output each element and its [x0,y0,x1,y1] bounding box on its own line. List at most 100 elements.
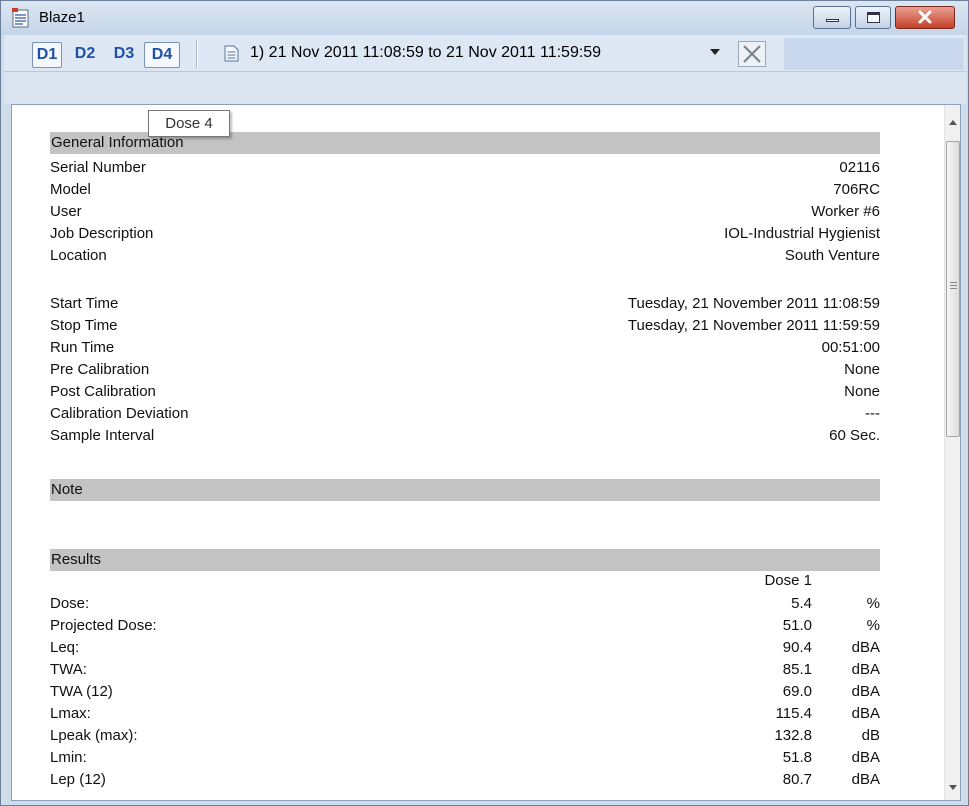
result-label: Lpeak (max): [50,727,138,744]
result-row: Lmax: 115.4 dBA [50,703,880,725]
toolbar-strip: D1 D2 D3 D4 1) 21 Nov 2011 11:08:59 to 2… [4,35,966,72]
result-unit: dBA [851,683,880,700]
chevron-down-icon[interactable] [710,49,720,55]
time-row: Post Calibration None [50,381,880,403]
toolbar-empty-area [784,38,964,70]
time-row: Start Time Tuesday, 21 November 2011 11:… [50,293,880,315]
info-row: User Worker #6 [50,201,880,223]
result-value: 5.4 [791,595,812,612]
close-button[interactable] [895,6,955,29]
result-unit: % [866,617,880,634]
info-label: Serial Number [50,159,146,176]
result-value: 85.1 [782,661,812,678]
info-value: Worker #6 [811,203,880,220]
app-icon [12,8,29,28]
vertical-scrollbar[interactable] [944,105,960,800]
note-header: Note [50,479,880,501]
result-unit: dB [861,727,880,744]
report-view[interactable]: General Information Serial Number 02116 … [11,104,961,801]
result-value: 51.8 [782,749,812,766]
tab-d1[interactable]: D1 [32,42,62,68]
info-value: IOL-Industrial Hygienist [724,225,880,242]
toolbar-separator [196,40,198,68]
result-unit: dBA [851,705,880,722]
delete-icon [743,45,761,63]
result-row: Lpeak (max): 132.8 dB [50,725,880,747]
result-row: Dose: 5.4 % [50,593,880,615]
result-row: Lep (12) 80.7 dBA [50,769,880,791]
info-label: Location [50,247,107,264]
tab-d3[interactable]: D3 [108,42,140,68]
results-header: Results [50,549,880,571]
time-value: None [844,361,880,378]
time-row: Sample Interval 60 Sec. [50,425,880,447]
title-bar[interactable]: Blaze1 [1,1,968,35]
grip-icon [950,282,957,289]
info-value: South Venture [784,247,880,264]
result-row: TWA: 85.1 dBA [50,659,880,681]
time-value: 60 Sec. [829,427,880,444]
date-range-dropdown[interactable]: 1) 21 Nov 2011 11:08:59 to 21 Nov 2011 1… [216,41,734,67]
toolbar: D1 D2 D3 D4 1) 21 Nov 2011 11:08:59 to 2… [4,35,966,104]
report-page: General Information Serial Number 02116 … [12,105,942,800]
result-label: TWA: [50,661,87,678]
maximize-icon [867,12,880,23]
result-unit: dBA [851,771,880,788]
date-range-value: 1) 21 Nov 2011 11:08:59 to 21 Nov 2011 1… [250,44,602,61]
result-label: Lmax: [50,705,91,722]
app-window: Blaze1 D1 D2 D3 D4 1) 21 Nov 2011 11:08:… [0,0,969,806]
time-label: Sample Interval [50,427,155,444]
dose-column-label: Dose 1 [764,572,812,589]
delete-button[interactable] [738,41,766,67]
time-value: Tuesday, 21 November 2011 11:59:59 [627,317,880,334]
info-label: User [50,203,82,220]
document-icon [224,45,239,62]
scroll-down-icon[interactable] [949,785,957,790]
time-label: Start Time [50,295,119,312]
scroll-up-icon[interactable] [949,120,957,125]
time-value: --- [865,405,880,422]
result-row: Lmin: 51.8 dBA [50,747,880,769]
tab-d2[interactable]: D2 [68,42,102,68]
result-row: TWA (12) 69.0 dBA [50,681,880,703]
result-unit: dBA [851,661,880,678]
info-row: Serial Number 02116 [50,157,880,179]
minimize-icon [826,19,839,22]
time-label: Run Time [50,339,115,356]
info-row: Location South Venture [50,245,880,267]
minimize-button[interactable] [813,6,851,29]
result-label: Lep (12) [50,771,106,788]
tab-d4[interactable]: D4 [144,42,180,68]
time-label: Pre Calibration [50,361,150,378]
time-row: Run Time 00:51:00 [50,337,880,359]
time-row: Stop Time Tuesday, 21 November 2011 11:5… [50,315,880,337]
time-row: Pre Calibration None [50,359,880,381]
result-label: Projected Dose: [50,617,157,634]
close-icon [918,10,932,24]
time-label: Stop Time [50,317,118,334]
info-row: Model 706RC [50,179,880,201]
result-label: TWA (12) [50,683,113,700]
maximize-button[interactable] [855,6,891,29]
info-row: Job Description IOL-Industrial Hygienist [50,223,880,245]
result-label: Leq: [50,639,80,656]
info-value: 706RC [833,181,880,198]
time-value: 00:51:00 [821,339,880,356]
result-value: 51.0 [782,617,812,634]
scrollbar-thumb[interactable] [946,141,960,437]
result-value: 115.4 [775,705,812,722]
result-label: Lmin: [50,749,87,766]
result-unit: % [866,595,880,612]
time-value: Tuesday, 21 November 2011 11:08:59 [627,295,880,312]
info-value: 02116 [839,159,880,176]
time-label: Calibration Deviation [50,405,189,422]
result-label: Dose: [50,595,90,612]
time-row: Calibration Deviation --- [50,403,880,425]
result-value: 80.7 [782,771,812,788]
result-row: Projected Dose: 51.0 % [50,615,880,637]
results-column-header: Dose 1 [50,570,880,592]
info-label: Model [50,181,91,198]
time-value: None [844,383,880,400]
result-unit: dBA [851,639,880,656]
result-value: 69.0 [782,683,812,700]
